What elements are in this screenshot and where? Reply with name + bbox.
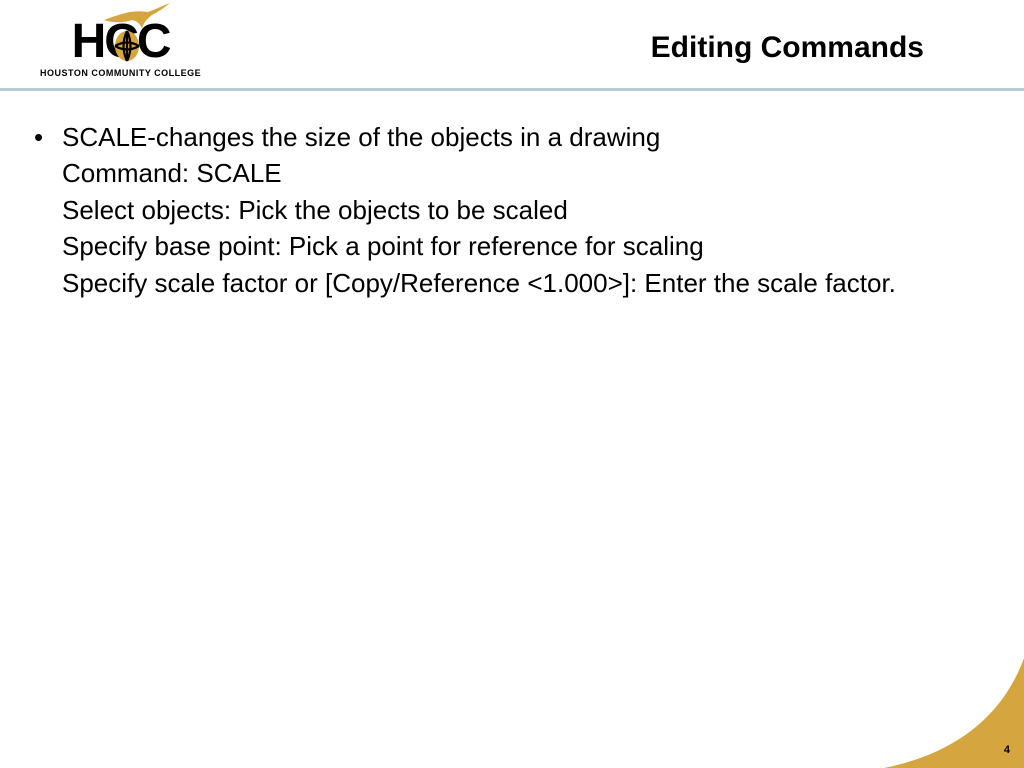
logo-letters: HCC: [72, 18, 170, 66]
bullet-line: Specify base point: Pick a point for ref…: [62, 228, 974, 264]
bullet-line: Command: SCALE: [62, 155, 974, 191]
bullet-body: SCALE-changes the size of the objects in…: [62, 119, 974, 301]
slide-header: HCC HOUSTON COMMUNITY COLLEGE Editing Co…: [0, 0, 1024, 91]
bullet-item: • SCALE-changes the size of the objects …: [28, 119, 974, 301]
bullet-line: Specify scale factor or [Copy/Reference …: [62, 265, 974, 301]
hcc-logo: HCC HOUSTON COMMUNITY COLLEGE: [40, 18, 201, 78]
slide-content: • SCALE-changes the size of the objects …: [0, 91, 1024, 301]
bullet-line: Select objects: Pick the objects to be s…: [62, 192, 974, 228]
bullet-line: SCALE-changes the size of the objects in…: [62, 119, 974, 155]
globe-icon: [112, 24, 142, 72]
slide-title: Editing Commands: [651, 31, 924, 65]
bullet-marker: •: [28, 119, 62, 301]
page-number: 4: [1004, 744, 1010, 756]
